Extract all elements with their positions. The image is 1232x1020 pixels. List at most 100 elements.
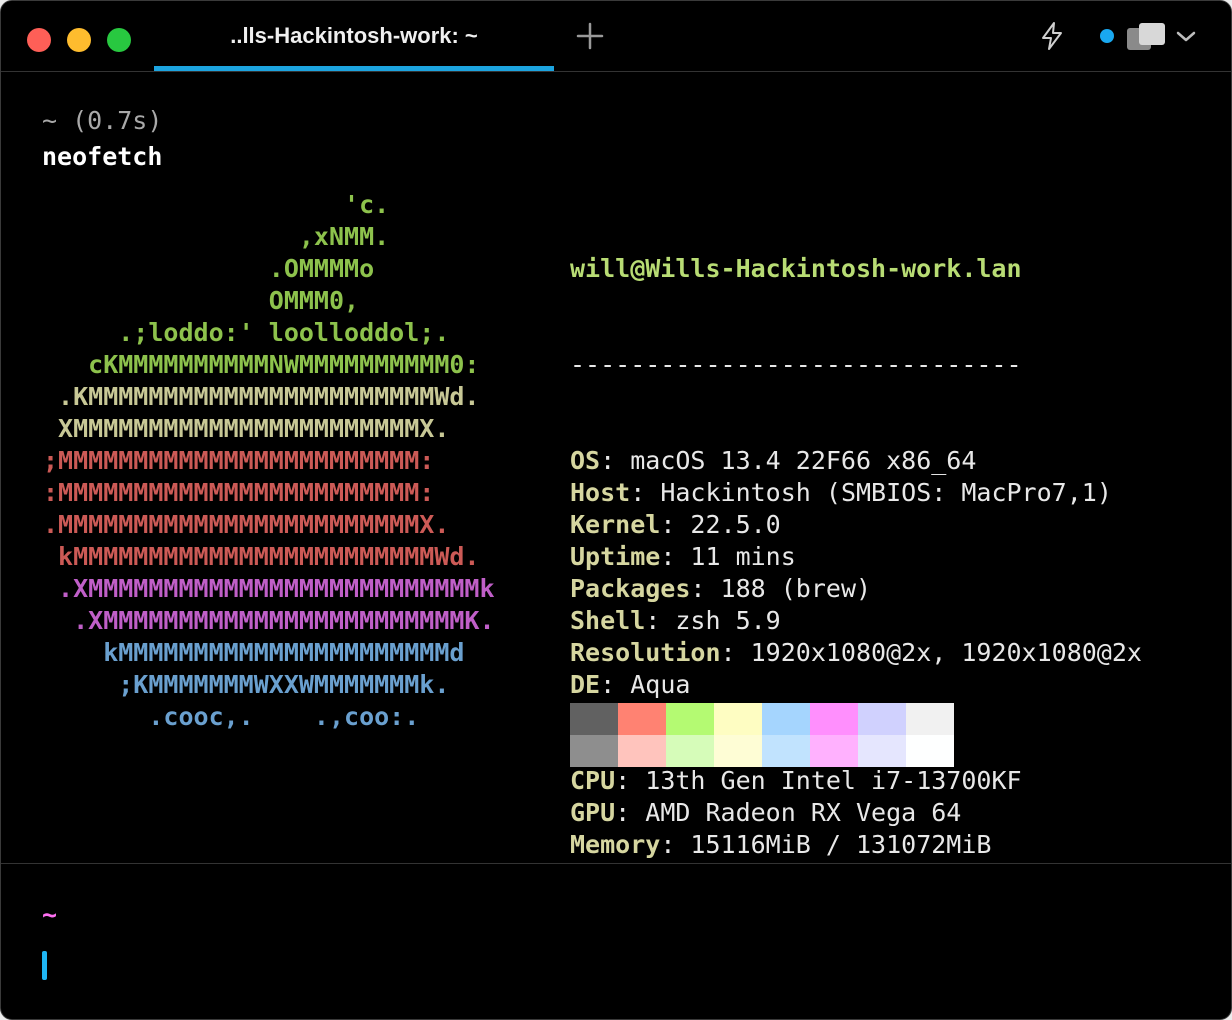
logo-line: .cooc,. .,coo:.: [43, 702, 420, 731]
palette-swatch: [618, 735, 666, 767]
palette-swatch: [618, 703, 666, 735]
chevron-down-icon[interactable]: [1174, 27, 1198, 45]
tab-title: ..lls-Hackintosh-work: ~: [230, 23, 478, 48]
title-bar: ..lls-Hackintosh-work: ~: [1, 1, 1231, 73]
info-key: OS: [570, 446, 601, 475]
info-value: Hackintosh (SMBIOS: MacPro7,1): [660, 478, 1112, 507]
info-row: Resolution: 1920x1080@2x, 1920x1080@2x: [570, 637, 1142, 669]
palette-swatch: [858, 703, 906, 735]
info-value: 22.5.0: [690, 510, 781, 539]
info-row: Host: Hackintosh (SMBIOS: MacPro7,1): [570, 477, 1142, 509]
info-value: 11 mins: [690, 542, 796, 571]
info-rows: OS: macOS 13.4 22F66 x86_64 Host: Hackint…: [570, 445, 1142, 861]
info-row: Uptime: 11 mins: [570, 541, 1142, 573]
color-palette: [570, 703, 954, 767]
info-key: Kernel: [570, 510, 661, 539]
info-row: OS: macOS 13.4 22F66 x86_64: [570, 445, 1142, 477]
block-prompt-meta: ~ (0.7s): [42, 106, 163, 135]
info-row: Kernel: 22.5.0: [570, 509, 1142, 541]
logo-line: .KMMMMMMMMMMMMMMMMMMMMMMMWd.: [43, 382, 480, 411]
info-separator: :: [600, 446, 631, 475]
logo-line: .;loddo:' loolloddol;.: [43, 318, 450, 347]
palette-swatch: [906, 703, 954, 735]
info-row: Packages: 188 (brew): [570, 573, 1142, 605]
info-value: macOS 13.4 22F66 x86_64: [630, 446, 977, 475]
palette-swatch: [570, 703, 618, 735]
info-separator: :: [615, 766, 646, 795]
info-separator: :: [660, 510, 691, 539]
input-cursor[interactable]: [42, 951, 47, 980]
palette-swatch: [906, 735, 954, 767]
logo-line: ,xNMM.: [43, 222, 390, 251]
logo-line: kMMMMMMMMMMMMMMMMMMMMMMd: [43, 638, 465, 667]
info-separator: :: [630, 478, 661, 507]
info-key: CPU: [570, 766, 616, 795]
info-separator: :: [660, 830, 691, 859]
logo-line: XMMMMMMMMMMMMMMMMMMMMMMMX.: [43, 414, 450, 443]
info-separator: :: [720, 638, 751, 667]
info-key: DE: [570, 670, 601, 699]
tab-active[interactable]: ..lls-Hackintosh-work: ~: [154, 1, 554, 71]
palette-swatch: [810, 703, 858, 735]
terminal-window: ..lls-Hackintosh-work: ~ ~ (0.7s) neofet…: [0, 0, 1232, 1020]
info-separator: :: [690, 574, 721, 603]
system-info: will@Wills-Hackintosh-work.lan ---------…: [570, 189, 1142, 925]
info-separator: :: [660, 542, 691, 571]
palette-swatch: [714, 703, 762, 735]
logo-line: OMMM0,: [43, 286, 360, 315]
info-separator: :: [645, 606, 676, 635]
palette-swatch: [762, 703, 810, 735]
logo-line: .OMMMMo: [43, 254, 375, 283]
logo-line: cKMMMMMMMMMMNWMMMMMMMMMM0:: [43, 350, 480, 379]
info-row: DE: Aqua: [570, 669, 1142, 701]
info-value: 15116MiB / 131072MiB: [690, 830, 992, 859]
info-key: Shell: [570, 606, 646, 635]
info-row: CPU: 13th Gen Intel i7-13700KF: [570, 765, 1142, 797]
logo-line: :MMMMMMMMMMMMMMMMMMMMMMMM:: [43, 478, 435, 507]
info-key: Host: [570, 478, 631, 507]
block-divider: [1, 863, 1231, 864]
info-key: Memory: [570, 830, 661, 859]
palette-swatch: [666, 735, 714, 767]
logo-line: .MMMMMMMMMMMMMMMMMMMMMMMMX.: [43, 510, 450, 539]
user-host: will@Wills-Hackintosh-work.lan: [570, 254, 1022, 283]
info-value: zsh 5.9: [675, 606, 781, 635]
panes-icon[interactable]: [1125, 21, 1169, 53]
palette-swatch: [858, 735, 906, 767]
minimize-window-button[interactable]: [67, 28, 91, 52]
info-row: Shell: zsh 5.9: [570, 605, 1142, 637]
status-dot-icon: [1100, 29, 1114, 43]
logo-line: kMMMMMMMMMMMMMMMMMMMMMMMMWd.: [43, 542, 480, 571]
info-value: 188 (brew): [720, 574, 872, 603]
logo-line: .XMMMMMMMMMMMMMMMMMMMMMMMMK.: [43, 606, 495, 635]
info-row: GPU: AMD Radeon RX Vega 64: [570, 797, 1142, 829]
info-value: Aqua: [630, 670, 691, 699]
logo-line: 'c.: [43, 190, 390, 219]
palette-swatch: [810, 735, 858, 767]
info-key: Packages: [570, 574, 691, 603]
info-value: 13th Gen Intel i7-13700KF: [645, 766, 1022, 795]
block-command[interactable]: neofetch: [42, 141, 162, 173]
logo-line: ;MMMMMMMMMMMMMMMMMMMMMMMM:: [43, 446, 435, 475]
user-host-line: will@Wills-Hackintosh-work.lan: [570, 253, 1142, 285]
palette-swatch: [762, 735, 810, 767]
separator-line: ------------------------------: [570, 350, 1022, 379]
palette-swatch: [714, 735, 762, 767]
zoom-window-button[interactable]: [107, 28, 131, 52]
info-key: GPU: [570, 798, 616, 827]
apple-ascii-logo: 'c. ,xNMM. .OMMMMo OMMM0, .;loddo:' lool…: [43, 189, 495, 733]
info-key: Uptime: [570, 542, 661, 571]
title-bar-divider: [1, 71, 1231, 72]
palette-swatch: [666, 703, 714, 735]
info-separator: :: [615, 798, 646, 827]
info-key: Resolution: [570, 638, 721, 667]
logo-line: .XMMMMMMMMMMMMMMMMMMMMMMMMMMk: [43, 574, 495, 603]
info-row: Memory: 15116MiB / 131072MiB: [570, 829, 1142, 861]
logo-line: ;KMMMMMMMWXXWMMMMMMMk.: [43, 670, 450, 699]
info-value: 1920x1080@2x, 1920x1080@2x: [750, 638, 1142, 667]
plus-icon[interactable]: [575, 21, 605, 51]
palette-swatch: [570, 735, 618, 767]
close-window-button[interactable]: [27, 28, 51, 52]
lightning-icon[interactable]: [1038, 21, 1066, 51]
info-separator: :: [600, 670, 631, 699]
